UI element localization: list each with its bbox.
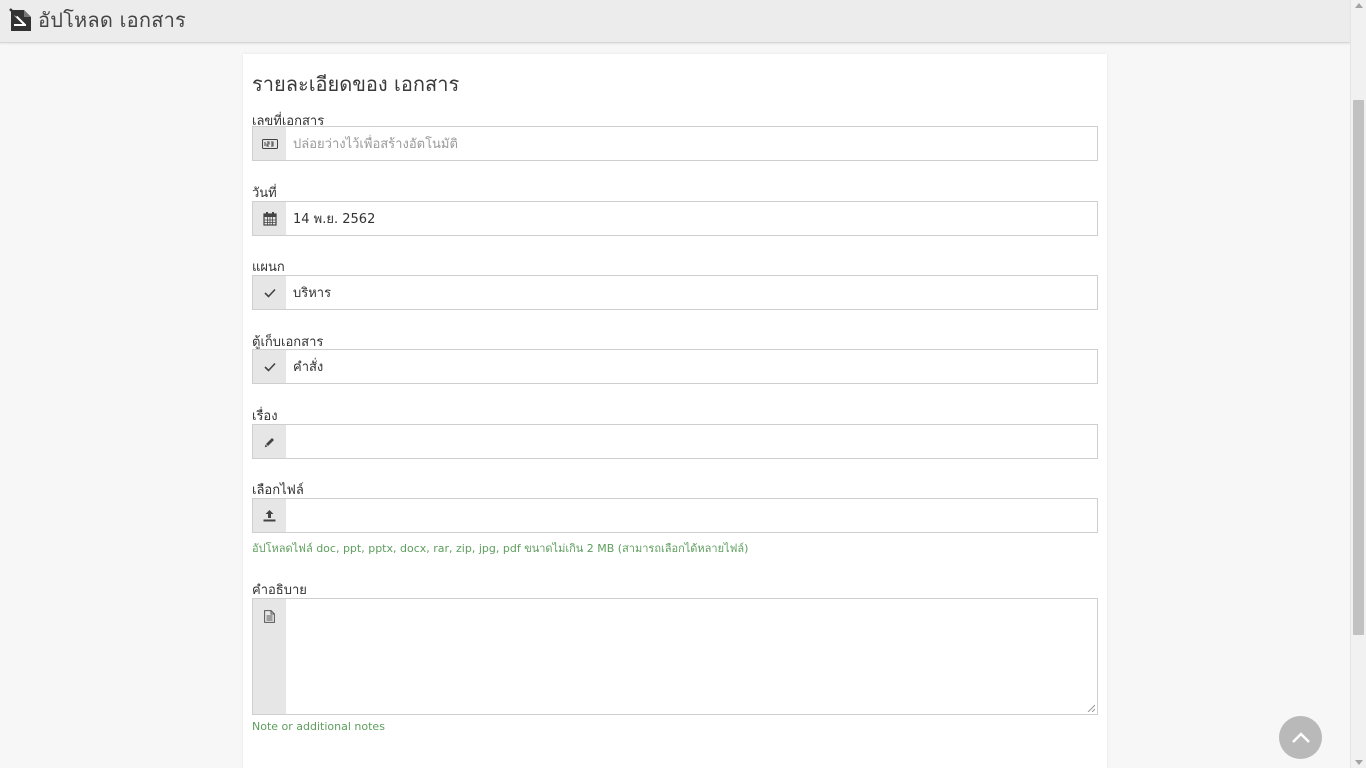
subject-label: เรื่อง — [252, 409, 278, 424]
date-addon[interactable] — [253, 202, 286, 235]
scrollbar[interactable] — [1350, 0, 1366, 768]
chevron-up-icon — [1291, 731, 1310, 743]
scroll-up-icon[interactable] — [1355, 3, 1363, 8]
doc-no-placeholder[interactable]: ปล่อยว่างไว้เพื่อสร้างอัตโนมัติ — [286, 127, 1097, 160]
form-title: รายละเอียดของ เอกสาร — [252, 72, 460, 96]
page-title: อัปโหลด เอกสาร — [38, 8, 186, 32]
doc-no-addon — [253, 127, 286, 160]
calendar-icon — [262, 211, 277, 226]
page-header: อัปโหลด เอกสาร — [9, 4, 186, 36]
department-select[interactable]: บริหาร — [252, 275, 1098, 310]
file-text-icon — [264, 610, 275, 623]
pencil-icon — [264, 437, 274, 447]
cabinet-value[interactable]: คำสั่ง — [286, 350, 1097, 383]
subject-value[interactable] — [286, 425, 1097, 458]
description-addon — [253, 599, 286, 714]
top-bar: อัปโหลด เอกสาร — [0, 0, 1350, 43]
file-label: เลือกไฟล์ — [252, 483, 304, 498]
number-123-icon — [261, 138, 278, 149]
date-input[interactable]: 14 พ.ย. 2562 — [252, 201, 1098, 236]
back-to-top-button[interactable] — [1279, 716, 1322, 759]
file-addon[interactable] — [253, 499, 286, 532]
date-label: วันที่ — [252, 186, 277, 201]
document-form-card: รายละเอียดของ เอกสาร เลขที่เอกสาร ปล่อยว… — [243, 54, 1107, 768]
file-value[interactable] — [286, 499, 1097, 532]
document-upload-icon — [9, 8, 31, 31]
cabinet-addon — [253, 350, 286, 383]
department-addon — [253, 276, 286, 309]
date-value[interactable]: 14 พ.ย. 2562 — [286, 202, 1097, 235]
scrollbar-thumb[interactable] — [1353, 100, 1364, 635]
subject-input[interactable] — [252, 424, 1098, 459]
resize-handle-icon[interactable] — [1087, 704, 1095, 712]
department-label: แผนก — [252, 260, 285, 275]
cabinet-select[interactable]: คำสั่ง — [252, 349, 1098, 384]
check-icon — [263, 362, 276, 372]
subject-addon — [253, 425, 286, 458]
scroll-down-icon[interactable] — [1355, 760, 1363, 765]
file-hint: อัปโหลดไฟล์ doc, ppt, pptx, docx, rar, z… — [252, 542, 749, 555]
department-value[interactable]: บริหาร — [286, 276, 1097, 309]
description-label: คำอธิบาย — [252, 583, 307, 598]
description-textarea[interactable] — [252, 598, 1098, 715]
doc-no-input[interactable]: ปล่อยว่างไว้เพื่อสร้างอัตโนมัติ — [252, 126, 1098, 161]
upload-icon — [263, 510, 276, 522]
check-icon — [263, 288, 276, 298]
description-value[interactable] — [286, 599, 1097, 714]
description-hint: Note or additional notes — [252, 720, 385, 733]
file-input[interactable] — [252, 498, 1098, 533]
